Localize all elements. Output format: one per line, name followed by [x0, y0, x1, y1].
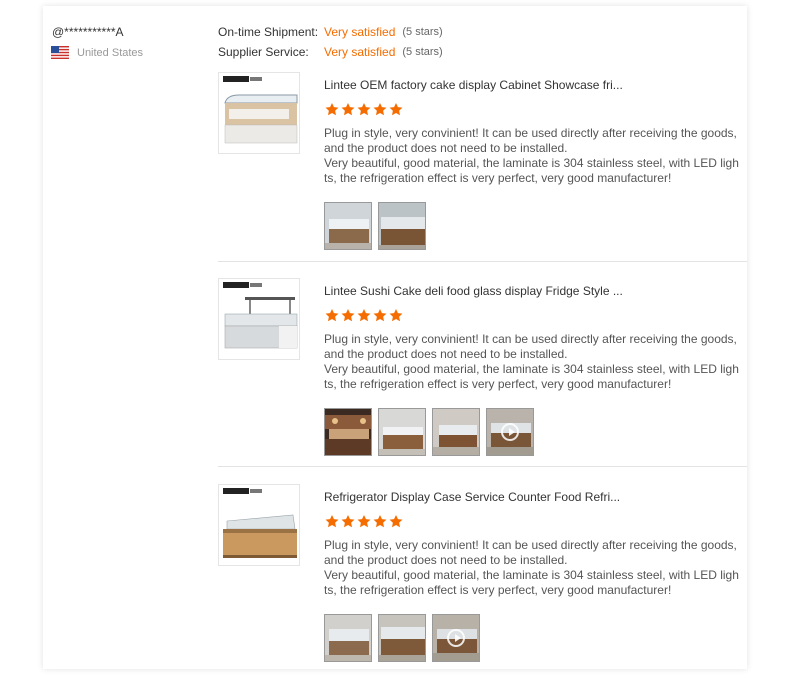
review-text: Plug in style, very convinient! It can b… [324, 126, 740, 186]
review-text-line: Plug in style, very convinient! It can b… [324, 126, 737, 155]
star-icon [373, 102, 387, 116]
star-icon [341, 514, 355, 528]
rating-supplier-service: Supplier Service: Very satisfied (5 star… [218, 45, 443, 65]
reviewer-country: United States [51, 46, 143, 59]
review-photo[interactable] [378, 408, 426, 456]
rating-stars-text: (5 stars) [402, 26, 443, 38]
star-icon [373, 308, 387, 322]
review-photos [324, 408, 540, 456]
review-rating [324, 102, 404, 117]
review-photos [324, 202, 432, 250]
star-icon [373, 514, 387, 528]
rating-on-time-shipment: On-time Shipment: Very satisfied (5 star… [218, 25, 443, 45]
star-icon [389, 308, 403, 322]
review-photo[interactable] [324, 408, 372, 456]
review-text-line: Plug in style, very convinient! It can b… [324, 332, 737, 361]
play-icon [447, 629, 465, 647]
review-photos [324, 614, 486, 662]
star-icon [389, 514, 403, 528]
product-title[interactable]: Lintee Sushi Cake deli food glass displa… [324, 284, 623, 298]
rating-label: On-time Shipment: [218, 25, 319, 39]
review-photo[interactable] [432, 408, 480, 456]
review-video[interactable] [432, 614, 480, 662]
review-text-line: Plug in style, very convinient! It can b… [324, 538, 737, 567]
reviewer-name: @***********A [52, 25, 124, 39]
product-thumbnail[interactable] [218, 484, 300, 566]
review-rating [324, 514, 404, 529]
star-icon [325, 308, 339, 322]
review-text: Plug in style, very convinient! It can b… [324, 332, 740, 392]
review-text: Plug in style, very convinient! It can b… [324, 538, 740, 598]
star-icon [357, 514, 371, 528]
country-label: United States [77, 46, 144, 59]
star-icon [325, 514, 339, 528]
rating-label: Supplier Service: [218, 45, 309, 59]
star-icon [325, 102, 339, 116]
star-icon [357, 102, 371, 116]
rating-value: Very satisfied [324, 25, 396, 39]
rating-value: Very satisfied [324, 45, 396, 59]
star-icon [341, 102, 355, 116]
supplier-ratings: On-time Shipment: Very satisfied (5 star… [218, 25, 443, 65]
play-icon [501, 423, 519, 441]
review-item: Refrigerator Display Case Service Counte… [218, 466, 747, 667]
star-icon [341, 308, 355, 322]
review-item: Lintee Sushi Cake deli food glass displa… [218, 261, 747, 467]
review-item: Lintee OEM factory cake display Cabinet … [218, 72, 747, 262]
star-icon [389, 102, 403, 116]
review-photo[interactable] [324, 202, 372, 250]
rating-stars-text: (5 stars) [402, 46, 443, 58]
product-title[interactable]: Lintee OEM factory cake display Cabinet … [324, 78, 623, 92]
review-photo[interactable] [324, 614, 372, 662]
review-photo[interactable] [378, 202, 426, 250]
review-photo[interactable] [378, 614, 426, 662]
review-video[interactable] [486, 408, 534, 456]
review-text-line: Very beautiful, good material, the lamin… [324, 568, 739, 597]
product-thumbnail[interactable] [218, 72, 300, 154]
review-card: @***********A United States On-time Ship… [43, 6, 747, 669]
product-thumbnail[interactable] [218, 278, 300, 360]
review-rating [324, 308, 404, 323]
product-title[interactable]: Refrigerator Display Case Service Counte… [324, 490, 620, 504]
review-text-line: Very beautiful, good material, the lamin… [324, 362, 739, 391]
us-flag-icon [51, 46, 69, 59]
review-text-line: Very beautiful, good material, the lamin… [324, 156, 739, 185]
star-icon [357, 308, 371, 322]
